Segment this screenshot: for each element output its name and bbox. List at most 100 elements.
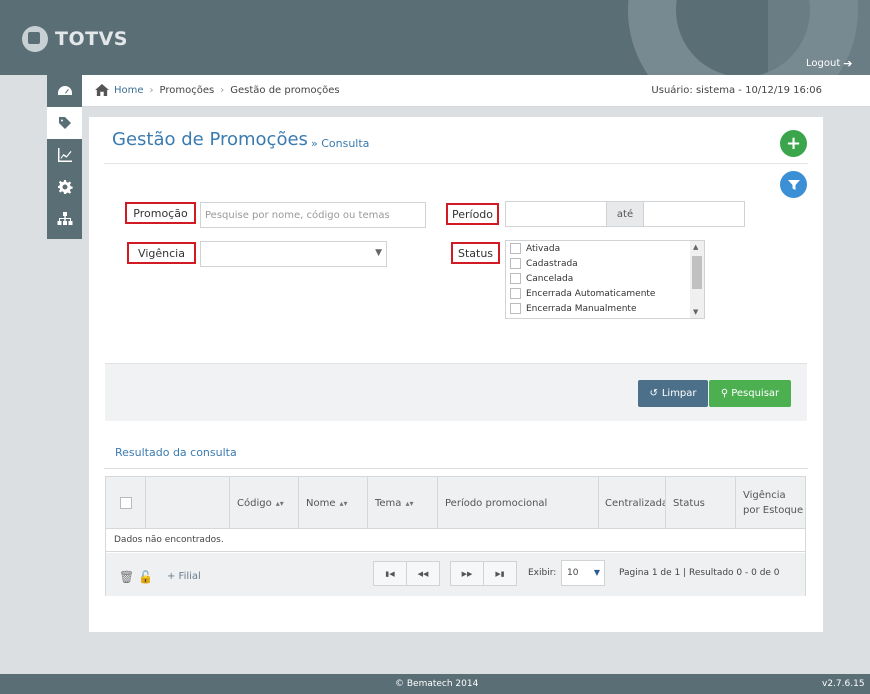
- vigencia-label: Vigência: [127, 242, 196, 264]
- nav-settings[interactable]: [47, 171, 82, 203]
- home-icon: [95, 84, 109, 96]
- chart-icon: [57, 148, 72, 162]
- tag-icon: [58, 117, 71, 129]
- scroll-down-icon[interactable]: ▼: [693, 308, 698, 316]
- pagination-info: Pagina 1 de 1 | Resultado 0 - 0 de 0: [619, 568, 780, 578]
- scroll-up-icon[interactable]: ▲: [693, 243, 698, 251]
- column-label: Tema: [375, 497, 402, 509]
- periodo-start-input[interactable]: [505, 201, 607, 227]
- status-option-label: Cadastrada: [526, 258, 578, 269]
- status-scrollbar[interactable]: ▲ ▼: [690, 241, 704, 318]
- logout-link[interactable]: Logout ➔: [806, 57, 852, 70]
- periodo-end-input[interactable]: [643, 201, 745, 227]
- brand-name: TOTVS: [55, 28, 128, 50]
- limpar-button[interactable]: ↺ Limpar: [638, 380, 708, 407]
- top-header: TOTVS Logout ➔: [0, 0, 870, 75]
- status-option-label: Cancelada: [526, 273, 574, 284]
- chevron-down-icon: ▼: [375, 248, 382, 258]
- status-option-label: Encerrada Automaticamente: [526, 288, 656, 299]
- promocao-search-input[interactable]: Pesquise por nome, código ou temas: [200, 202, 426, 228]
- column-centralizada: Centralizada: [599, 477, 666, 529]
- status-label: Status: [451, 242, 500, 264]
- breadcrumb-home[interactable]: Home: [95, 84, 144, 96]
- empty-header-cell: [146, 477, 230, 529]
- breadcrumb-item-gestao: Gestão de promoções: [230, 84, 340, 96]
- scrollbar-thumb[interactable]: [692, 256, 702, 289]
- trash-icon[interactable]: 🗑: [119, 570, 134, 584]
- add-filial-button[interactable]: + Filial: [167, 571, 201, 582]
- pesquisar-button[interactable]: ⚲ Pesquisar: [709, 380, 791, 407]
- column-periodo-promocional: Período promocional: [438, 477, 599, 529]
- add-promotion-button[interactable]: +: [780, 130, 807, 157]
- pesquisar-label: Pesquisar: [731, 388, 780, 399]
- main-panel: Gestão de Promoções » Consulta + Promoçã…: [89, 117, 823, 632]
- status-checkbox[interactable]: [510, 243, 521, 254]
- status-option-encerrada-auto[interactable]: Encerrada Automaticamente: [506, 286, 704, 301]
- copyright-text: © Bematech 2014: [395, 679, 479, 689]
- page-size-select[interactable]: 10 ▼: [561, 560, 605, 586]
- results-title: Resultado da consulta: [115, 446, 237, 459]
- filter-action-bar: ↺ Limpar ⚲ Pesquisar: [105, 363, 807, 421]
- column-nome[interactable]: Nome ▴▾: [299, 477, 368, 529]
- column-codigo[interactable]: Código ▴▾: [230, 477, 299, 529]
- breadcrumb-separator: ›: [149, 84, 154, 96]
- status-option-ativada[interactable]: Ativada: [506, 241, 704, 256]
- next-page-button[interactable]: ▶▶: [450, 561, 484, 586]
- status-checkbox[interactable]: [510, 303, 521, 314]
- breadcrumb-bar: Home › Promoções › Gestão de promoções U…: [82, 75, 870, 107]
- select-all-cell: [106, 477, 146, 529]
- user-session-info: Usuário: sistema - 10/12/19 16:06: [651, 85, 822, 96]
- page-footer: © Bematech 2014 v2.7.6.15: [0, 674, 870, 694]
- last-page-button[interactable]: ▶▮: [483, 561, 517, 586]
- page-subtitle: » Consulta: [311, 137, 370, 150]
- sort-icon: ▴▾: [339, 498, 348, 508]
- filter-button[interactable]: [780, 171, 807, 198]
- breadcrumb-item-promocoes[interactable]: Promoções: [160, 85, 215, 96]
- column-status: Status: [666, 477, 736, 529]
- nav-reports[interactable]: [47, 139, 82, 171]
- status-checkbox[interactable]: [510, 258, 521, 269]
- sort-icon: ▴▾: [405, 498, 414, 508]
- nav-dashboard[interactable]: [47, 75, 82, 107]
- logout-label: Logout: [806, 58, 841, 69]
- nav-organization[interactable]: [47, 203, 82, 235]
- unlock-icon[interactable]: 🔓: [138, 570, 153, 584]
- totvs-logo: TOTVS: [22, 26, 128, 52]
- undo-icon: ↺: [649, 388, 658, 399]
- table-header: Código ▴▾ Nome ▴▾ Tema ▴▾ Período promocion…: [106, 477, 805, 529]
- totvs-logo-icon: [22, 26, 48, 52]
- column-vigencia-por-estoque: Vigência por Estoque: [743, 490, 804, 516]
- status-multiselect[interactable]: Ativada Cadastrada Cancelada Encerrada A…: [505, 240, 705, 319]
- status-option-label: Encerrada Manualmente: [526, 303, 637, 314]
- status-option-cadastrada[interactable]: Cadastrada: [506, 256, 704, 271]
- status-checkbox[interactable]: [510, 273, 521, 284]
- breadcrumb-home-label: Home: [114, 84, 144, 96]
- vigencia-select[interactable]: ▼: [200, 241, 387, 267]
- org-icon: [57, 212, 72, 225]
- page-size-value: 10: [567, 568, 579, 578]
- status-option-label: Ativada: [526, 243, 561, 254]
- status-option-cancelada[interactable]: Cancelada: [506, 271, 704, 286]
- table-empty-row: Dados não encontrados.: [106, 529, 805, 552]
- column-tema[interactable]: Tema ▴▾: [368, 477, 438, 529]
- left-navigation: [47, 75, 82, 239]
- results-divider: [104, 468, 808, 469]
- select-all-checkbox[interactable]: [119, 497, 132, 509]
- periodo-ate-addon: até: [606, 201, 644, 227]
- breadcrumb: Home › Promoções › Gestão de promoções: [95, 84, 340, 96]
- search-icon: ⚲: [720, 388, 729, 399]
- logout-icon: ➔: [843, 57, 853, 70]
- first-page-button[interactable]: ▮◀: [373, 561, 407, 586]
- results-table: Código ▴▾ Nome ▴▾ Tema ▴▾ Período promocion…: [105, 476, 806, 596]
- status-checkbox[interactable]: [510, 288, 521, 299]
- breadcrumb-separator: ›: [220, 84, 225, 96]
- status-option-encerrada-manual[interactable]: Encerrada Manualmente: [506, 301, 704, 316]
- periodo-label: Período: [446, 203, 499, 225]
- nav-promotions[interactable]: [47, 107, 82, 139]
- gear-icon: [57, 180, 73, 194]
- version-text: v2.7.6.15: [822, 679, 865, 689]
- prev-page-button[interactable]: ◀◀: [406, 561, 440, 586]
- dashboard-icon: [57, 86, 72, 95]
- column-label: Nome: [306, 497, 336, 509]
- limpar-label: Limpar: [661, 388, 697, 399]
